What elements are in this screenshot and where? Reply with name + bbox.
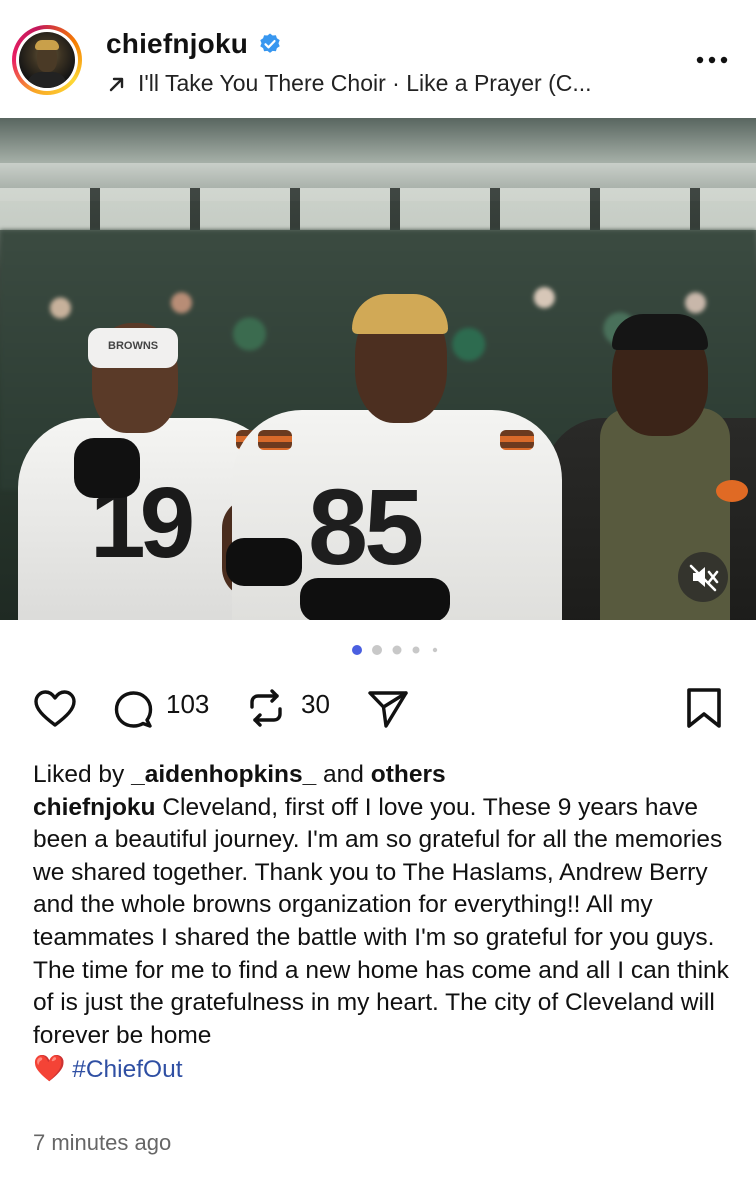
hashtag-link[interactable]: #ChiefOut	[72, 1056, 182, 1083]
more-options-icon[interactable]	[694, 54, 730, 66]
caption-body: Cleveland, first off I love you. These 9…	[33, 793, 729, 1049]
post-image[interactable]: BROWNS 19 85	[0, 118, 756, 620]
music-text: I'll Take You There Choir · Like a Praye…	[138, 70, 592, 96]
carousel-indicator	[352, 645, 438, 655]
carousel-dot-active	[352, 645, 362, 655]
speaker-muted-icon	[689, 564, 719, 592]
carousel-dot	[392, 645, 402, 655]
jersey-number-center: 85	[308, 466, 424, 587]
repost-icon[interactable]	[244, 686, 288, 730]
username[interactable]: chiefnjoku	[106, 28, 248, 60]
share-icon[interactable]	[366, 688, 410, 730]
headband-text: BROWNS	[108, 340, 159, 352]
comment-icon[interactable]	[111, 689, 155, 729]
player-left-glove	[74, 438, 140, 498]
browns-helmet-logo	[716, 480, 748, 502]
post-timestamp: 7 minutes ago	[33, 1130, 172, 1155]
caption-author[interactable]: chiefnjoku	[33, 794, 156, 821]
liked-user[interactable]: _aidenhopkins_	[131, 761, 316, 788]
sleeve-stripe	[258, 430, 292, 450]
avatar[interactable]	[12, 25, 82, 95]
person-right-hair	[612, 314, 708, 350]
reposts-count[interactable]: 30	[301, 689, 330, 720]
mute-toggle-button[interactable]	[678, 552, 728, 602]
arrow-up-right-icon	[109, 77, 124, 91]
carousel-dot	[412, 646, 420, 654]
avatar-image	[19, 32, 75, 88]
red-heart-emoji: ❤️	[33, 1053, 66, 1084]
player-center-hair	[352, 294, 448, 334]
verified-badge-icon	[260, 33, 280, 53]
sleeve-stripe	[500, 430, 534, 450]
avatar-gap	[16, 29, 78, 91]
liked-prefix: Liked by	[33, 761, 132, 788]
heart-icon[interactable]	[33, 689, 77, 729]
post-header: chiefnjoku I'll Take You There Choir · L…	[0, 0, 756, 118]
player-center-glove-right	[300, 578, 450, 620]
audio-attribution[interactable]: I'll Take You There Choir · Like a Praye…	[106, 70, 592, 97]
stadium-roof	[0, 118, 756, 163]
caption-area: Liked by _aidenhopkins_ and others chief…	[33, 759, 733, 1087]
liked-others[interactable]: others	[371, 761, 446, 788]
carousel-dot	[432, 647, 438, 653]
comments-count[interactable]: 103	[166, 689, 209, 720]
player-center-glove-left	[226, 538, 302, 586]
liked-and: and	[316, 761, 371, 788]
caption-text: chiefnjoku Cleveland, first off I love y…	[33, 792, 733, 1087]
bookmark-icon[interactable]	[684, 686, 724, 730]
likes-summary[interactable]: Liked by _aidenhopkins_ and others	[33, 759, 733, 792]
carousel-dot	[372, 645, 382, 655]
player-left-headband: BROWNS	[88, 328, 178, 368]
stadium-panels	[0, 188, 756, 230]
